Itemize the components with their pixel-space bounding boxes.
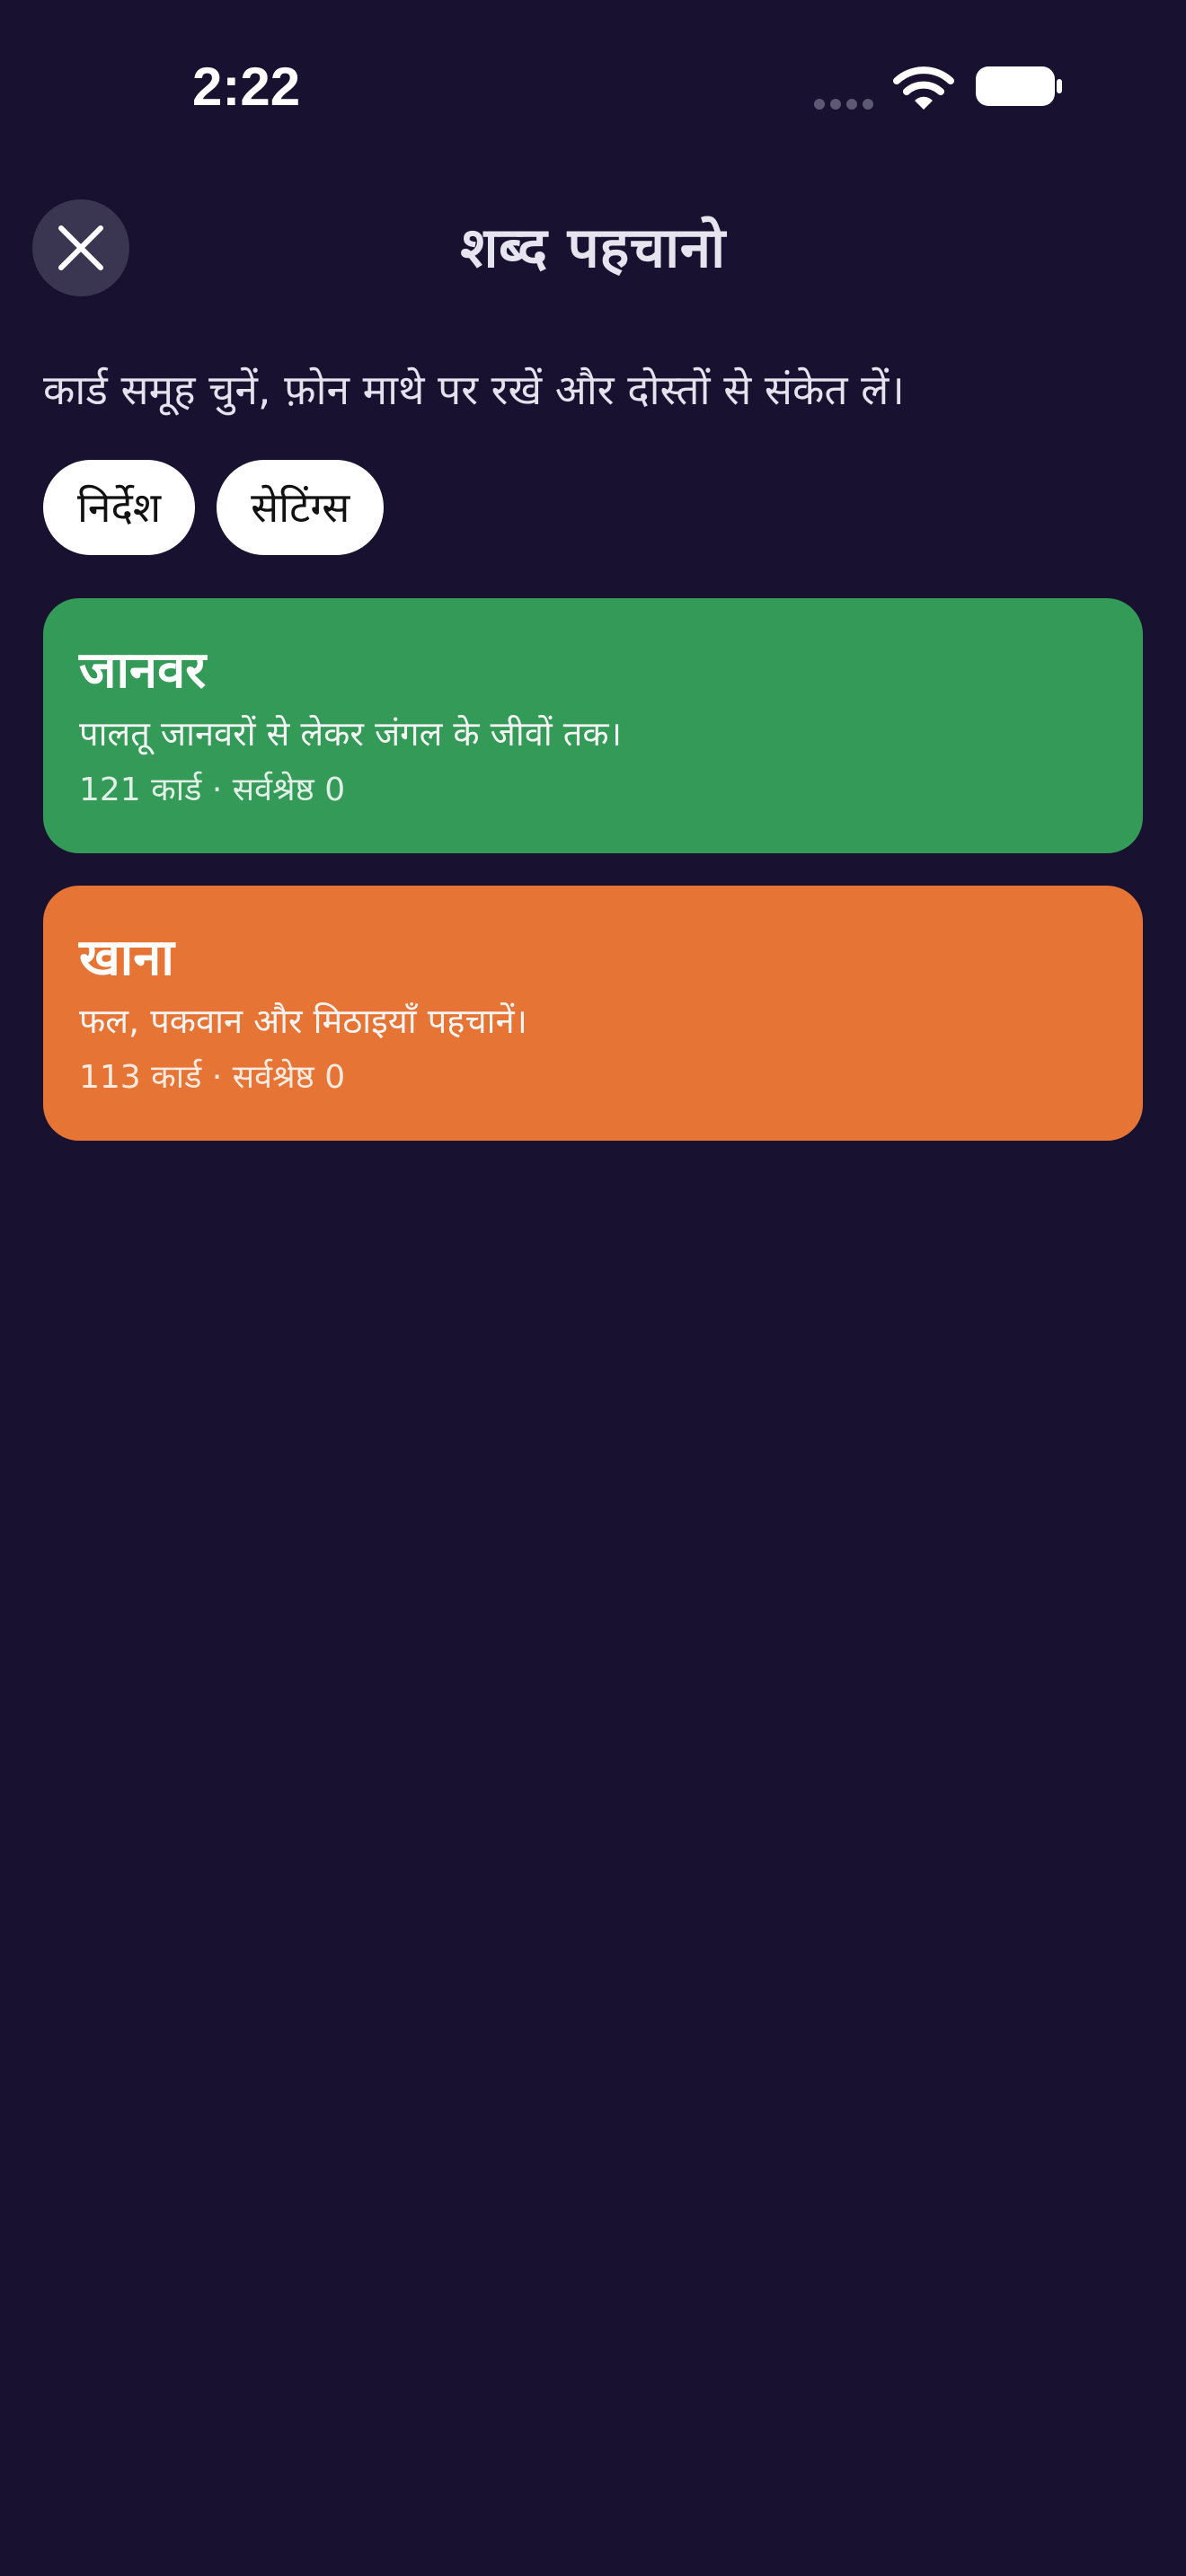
page-title: शब्द पहचानो	[460, 215, 726, 280]
subtitle: कार्ड समूह चुनें, फ़ोन माथे पर रखें और द…	[43, 366, 905, 414]
wifi-icon	[893, 66, 954, 110]
deck-title: जानवर	[79, 641, 207, 700]
instructions-button[interactable]: निर्देश	[43, 460, 196, 555]
deck-meta: 121 कार्ड · सर्वश्रेष्ठ 0	[79, 772, 346, 808]
deck-list: जानवर पालतू जानवरों से लेकर जंगल के जीवो…	[43, 598, 1143, 1173]
deck-card-animals[interactable]: जानवर पालतू जानवरों से लेकर जंगल के जीवो…	[43, 598, 1143, 853]
deck-card-food[interactable]: खाना फल, पकवान और मिठाइयाँ पहचानें। 113 …	[43, 886, 1143, 1141]
settings-button[interactable]: सेटिंग्स	[217, 460, 385, 555]
status-bar: 2:22	[0, 0, 1186, 171]
chip-row: निर्देश सेटिंग्स	[43, 460, 385, 555]
signal-dots-icon	[814, 99, 873, 110]
header: शब्द पहचानो	[0, 180, 1186, 314]
deck-description: फल, पकवान और मिठाइयाँ पहचानें।	[79, 1001, 527, 1041]
deck-title: खाना	[79, 929, 174, 987]
battery-icon	[976, 66, 1062, 106]
deck-description: पालतू जानवरों से लेकर जंगल के जीवों तक।	[79, 714, 623, 754]
deck-meta: 113 कार्ड · सर्वश्रेष्ठ 0	[79, 1059, 346, 1096]
status-time: 2:22	[192, 57, 301, 117]
